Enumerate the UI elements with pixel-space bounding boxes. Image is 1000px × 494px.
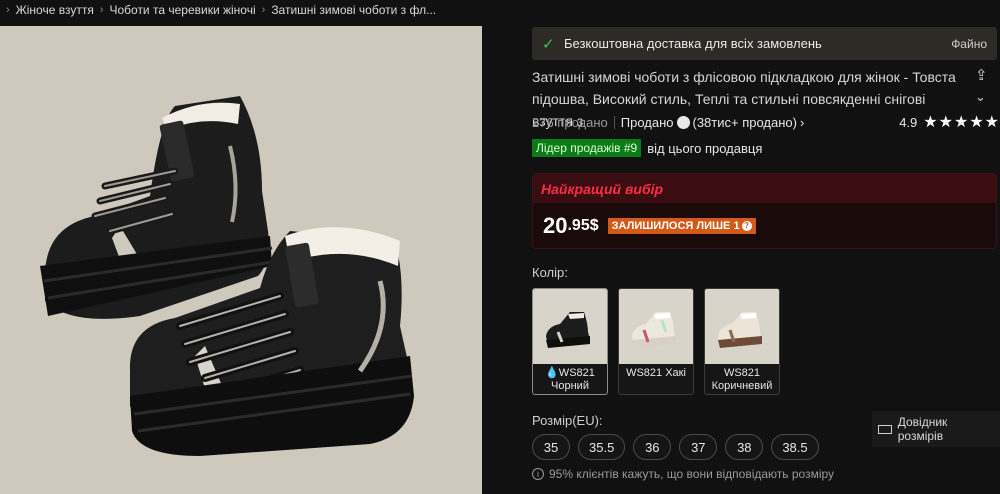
check-icon: ✓ bbox=[542, 35, 555, 53]
breadcrumb: › Жіноче взуття › Чоботи та черевики жін… bbox=[0, 0, 530, 20]
share-icon[interactable]: ⇪ bbox=[975, 66, 988, 84]
bestseller-badge[interactable]: Лідер продажів #9 bbox=[532, 139, 642, 157]
size-option[interactable]: 35 bbox=[532, 434, 570, 460]
rating-value: 4.9 bbox=[899, 114, 918, 130]
chevron-right-icon: › bbox=[799, 114, 805, 130]
chevron-right-icon: › bbox=[261, 4, 266, 16]
bestseller-row: Лідер продажів #9 від цього продавця bbox=[532, 139, 762, 157]
product-stats: 276 продано Продано (38тис+ продано) › 4… bbox=[532, 113, 1000, 131]
price-integer: 20 bbox=[543, 213, 568, 238]
size-options: 35 35.5 36 37 38 38.5 bbox=[532, 434, 819, 460]
size-guide-link[interactable]: Довідник розмірів bbox=[872, 411, 1000, 447]
color-option-brown[interactable]: WS821 Коричневий bbox=[704, 288, 780, 395]
size-option[interactable]: 37 bbox=[679, 434, 718, 460]
low-stock-text: ЗАЛИШИЛОСЯ ЛИШЕ 1 bbox=[611, 220, 740, 232]
color-option-khaki[interactable]: WS821 Хакі bbox=[618, 288, 694, 395]
best-choice-label: Найкращий вибір bbox=[533, 174, 996, 203]
bestseller-text: від цього продавця bbox=[647, 140, 763, 156]
ruler-icon bbox=[878, 424, 892, 434]
product-info-panel: ✓ Безкоштовна доставка для всіх замовлен… bbox=[532, 0, 1000, 494]
color-option-name: Коричневий bbox=[711, 380, 773, 392]
color-option-code: 💧WS821 bbox=[545, 367, 595, 379]
question-icon: ? bbox=[741, 221, 752, 231]
back-boot bbox=[40, 96, 273, 319]
size-option[interactable]: 35.5 bbox=[578, 434, 626, 460]
best-choice-box: Найкращий вибір 20 .95 $ ЗАЛИШИЛОСЯ ЛИШЕ… bbox=[532, 173, 997, 249]
sold-by-suffix: (38тис+ продано) bbox=[692, 114, 797, 130]
price-row: 20 .95 $ ЗАЛИШИЛОСЯ ЛИШЕ 1 ? bbox=[533, 203, 996, 249]
price-decimal: .95 bbox=[567, 217, 590, 234]
shipping-text: Безкоштовна доставка для всіх замовлень bbox=[564, 36, 822, 51]
low-stock-badge[interactable]: ЗАЛИШИЛОСЯ ЛИШЕ 1 ? bbox=[607, 218, 756, 234]
chevron-right-icon: › bbox=[99, 4, 104, 16]
color-option-black[interactable]: 💧WS821 Чорний bbox=[532, 288, 608, 395]
color-label: Колір: bbox=[532, 265, 568, 280]
size-option[interactable]: 38.5 bbox=[771, 434, 819, 460]
color-option-name: Чорний bbox=[551, 380, 589, 392]
size-option[interactable]: 38 bbox=[725, 434, 764, 460]
color-thumbnail bbox=[619, 289, 693, 364]
breadcrumb-item-womens-shoes[interactable]: Жіноче взуття bbox=[16, 3, 94, 17]
chevron-right-icon: › bbox=[6, 4, 10, 16]
color-option-code: WS821 bbox=[723, 367, 761, 379]
color-option-code: WS821 Хакі bbox=[626, 367, 686, 379]
shipping-more-link[interactable]: Файно bbox=[951, 37, 987, 51]
divider bbox=[613, 115, 615, 129]
color-thumbnail bbox=[705, 289, 779, 364]
chevron-down-icon[interactable]: ⌄ bbox=[975, 89, 986, 105]
free-shipping-banner[interactable]: ✓ Безкоштовна доставка для всіх замовлен… bbox=[532, 27, 997, 60]
size-guide-text: Довідник розмірів bbox=[897, 415, 948, 443]
breadcrumb-item-boots[interactable]: Чоботи та черевики жіночі bbox=[109, 3, 255, 17]
fit-note: i 95% клієнтів кажуть, що вони відповіда… bbox=[532, 467, 834, 481]
breadcrumb-item-current: Затишні зимові чоботи з фл... bbox=[271, 3, 437, 17]
boots-illustration bbox=[40, 96, 414, 456]
color-options: 💧WS821 Чорний WS821 Хакі WS821 Коричневи… bbox=[532, 288, 780, 395]
fit-note-text: 95% клієнтів кажуть, що вони відповідают… bbox=[549, 467, 835, 481]
sold-by-prefix: Продано bbox=[620, 114, 674, 130]
sold-count: 276 продано bbox=[532, 114, 608, 130]
rating[interactable]: 4.9 ★★★★★ bbox=[899, 112, 1000, 132]
star-rating-icon: ★★★★★ bbox=[923, 114, 1000, 131]
color-thumbnail bbox=[533, 289, 607, 364]
product-image[interactable] bbox=[0, 26, 482, 494]
price-currency: $ bbox=[589, 217, 599, 234]
size-option[interactable]: 36 bbox=[633, 434, 672, 460]
seller-link[interactable]: Продано (38тис+ продано) › bbox=[621, 115, 805, 130]
size-label: Розмір(EU): bbox=[532, 413, 603, 428]
info-icon: i bbox=[532, 468, 544, 480]
seller-avatar-icon bbox=[676, 115, 690, 129]
